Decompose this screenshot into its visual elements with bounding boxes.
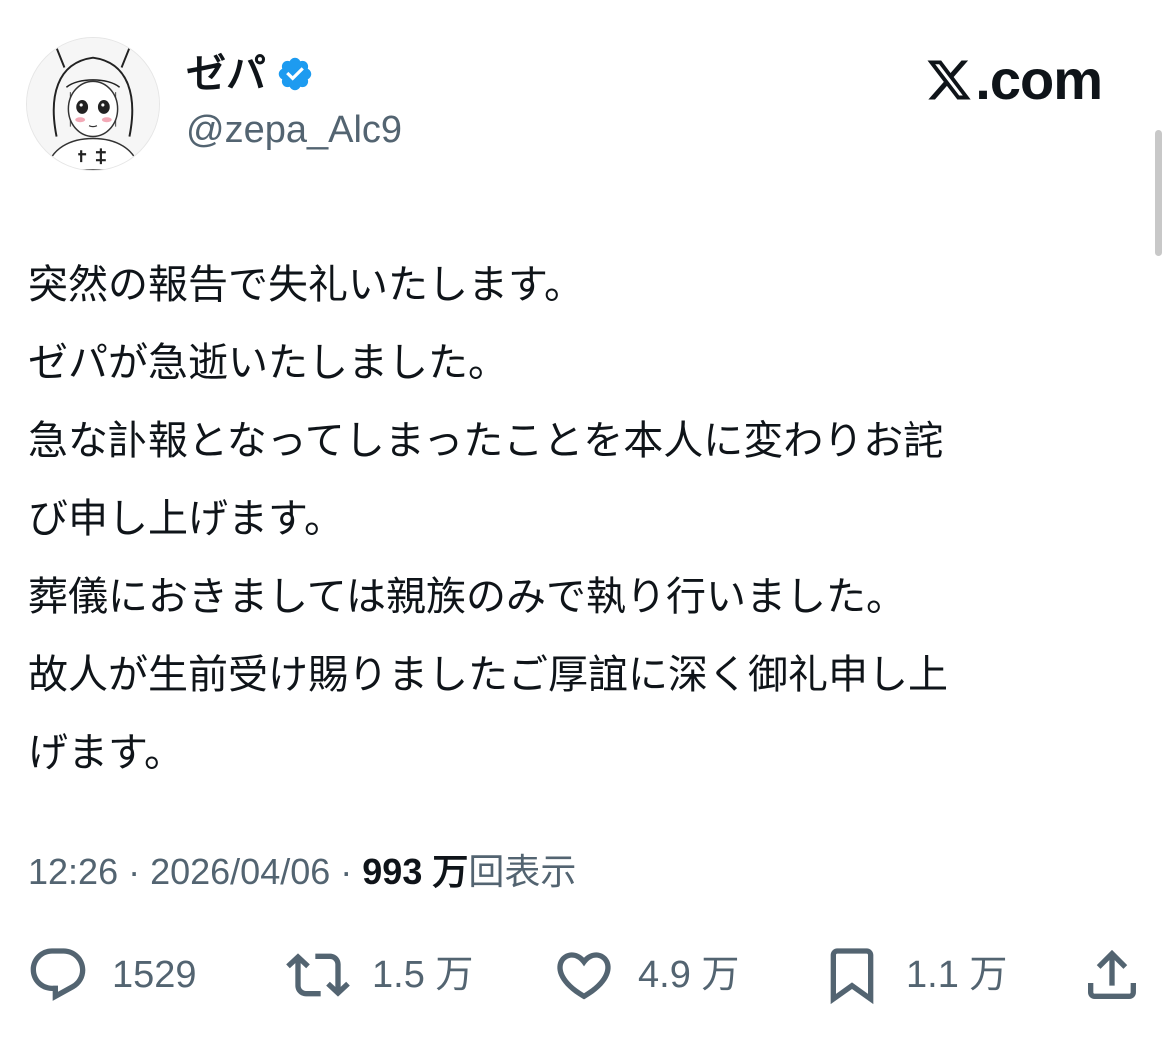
reply-icon bbox=[30, 948, 86, 1001]
meta-separator: · bbox=[118, 851, 151, 892]
tweet-text-line: 急な訃報となってしまったことを本人に変わりお詫 bbox=[28, 418, 944, 464]
author-handle[interactable]: @zepa_Alc9 bbox=[186, 106, 402, 154]
tweet-text-line: ゼパが急逝いたしました。 bbox=[28, 340, 508, 386]
views-label: 回表示 bbox=[468, 851, 577, 892]
heart-icon bbox=[557, 952, 611, 1000]
scrollbar[interactable] bbox=[1155, 130, 1162, 256]
brand-domain-text: .com bbox=[975, 48, 1103, 111]
like-button[interactable]: 4.9 万 bbox=[552, 940, 739, 1010]
x-logo-icon bbox=[927, 60, 971, 100]
bookmark-count: 1.1 万 bbox=[906, 954, 1008, 996]
tweet-text-line: 突然の報告で失礼いたします。 bbox=[28, 262, 584, 308]
avatar-illustration bbox=[27, 38, 159, 170]
display-name[interactable]: ゼパ bbox=[186, 48, 266, 100]
retweet-icon bbox=[286, 953, 350, 997]
tweet-card: ゼパ @zepa_Alc9 .com 突然の報告で失礼いたします。 ゼパが急逝い… bbox=[0, 0, 1170, 1037]
views-count: 993 万 bbox=[362, 851, 469, 892]
tweet-text-line: 故人が生前受け賜りましたご厚誼に深く御礼申し上 bbox=[28, 652, 948, 698]
bookmark-button[interactable]: 1.1 万 bbox=[820, 940, 1007, 1010]
x-com-brand: .com bbox=[925, 48, 1103, 111]
avatar[interactable] bbox=[26, 37, 160, 171]
author-name-row: ゼパ bbox=[186, 48, 314, 100]
retweet-button[interactable]: 1.5 万 bbox=[286, 940, 473, 1010]
reply-count: 1529 bbox=[112, 954, 197, 996]
action-bar: 1529 1.5 万 4.9 万 1.1 万 bbox=[0, 940, 1170, 1010]
meta-separator: · bbox=[330, 851, 363, 892]
reply-button[interactable]: 1529 bbox=[26, 940, 197, 1010]
tweet-meta: 12:26 · 2026/04/06 · 993 万回表示 bbox=[28, 848, 576, 896]
tweet-date[interactable]: 2026/04/06 bbox=[150, 851, 330, 892]
tweet-text-line: 葬儀におきましては親族のみで執り行いました。 bbox=[28, 574, 906, 620]
tweet-text-line: げます。 bbox=[28, 730, 184, 776]
like-count: 4.9 万 bbox=[638, 954, 740, 996]
tweet-time[interactable]: 12:26 bbox=[28, 851, 118, 892]
share-button[interactable] bbox=[1080, 940, 1144, 1010]
bookmark-icon bbox=[830, 948, 874, 1005]
verified-badge-icon[interactable] bbox=[276, 55, 314, 93]
tweet-text: 突然の報告で失礼いたします。 ゼパが急逝いたしました。 急な訃報となってしまった… bbox=[28, 246, 1138, 792]
tweet-text-line: び申し上げます。 bbox=[28, 496, 344, 542]
share-icon bbox=[1088, 949, 1136, 999]
retweet-count: 1.5 万 bbox=[372, 954, 474, 996]
